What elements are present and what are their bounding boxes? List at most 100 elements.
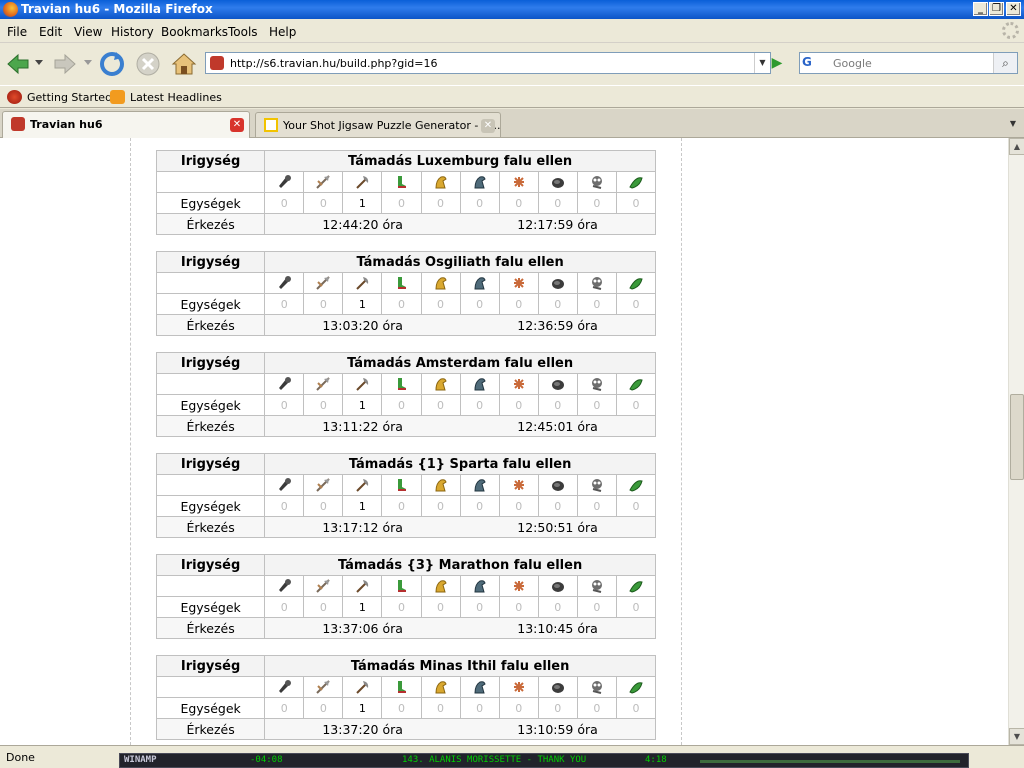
unit-icon-cell: [381, 676, 422, 698]
attack-title[interactable]: Támadás Osgiliath falu ellen: [264, 251, 656, 273]
unit-icon-cell: [537, 171, 578, 193]
winamp-duration: 4:18: [645, 755, 667, 765]
unit-count: 0: [615, 697, 657, 719]
close-tab-icon[interactable]: ✕: [481, 119, 495, 133]
attack-title[interactable]: Támadás Luxemburg falu ellen: [264, 150, 656, 172]
scroll-up-icon[interactable]: ▲: [1009, 138, 1024, 155]
vertical-scrollbar[interactable]: ▲ ▼: [1008, 138, 1024, 745]
village-name[interactable]: Irigység: [155, 655, 266, 677]
village-name[interactable]: Irigység: [155, 352, 266, 374]
units-label: Egységek: [155, 394, 266, 416]
maximize-button[interactable]: ❐: [989, 2, 1004, 16]
unit-icon-cell: [342, 171, 383, 193]
attack-title[interactable]: Támadás {3} Marathon falu ellen: [264, 554, 656, 576]
unit-icon-cell: [576, 272, 617, 294]
unit-icon-cell: [576, 474, 617, 496]
ram-icon: [513, 480, 524, 490]
units-label: Egységek: [155, 697, 266, 719]
back-button[interactable]: [4, 50, 32, 78]
village-name[interactable]: Irigység: [155, 453, 266, 475]
reload-button[interactable]: [98, 50, 126, 78]
unit-count: 0: [303, 495, 344, 517]
attack-title[interactable]: Támadás Minas Ithil falu ellen: [264, 655, 656, 677]
unit-count: 0: [459, 495, 500, 517]
stop-button[interactable]: [134, 50, 162, 78]
village-name[interactable]: Irigység: [155, 251, 266, 273]
attack-title[interactable]: Támadás Amsterdam falu ellen: [264, 352, 656, 374]
winamp-label: WINAMP: [124, 755, 157, 765]
menu-file[interactable]: File: [7, 25, 27, 39]
menu-history[interactable]: History: [111, 25, 154, 39]
search-box[interactable]: G Google ⌕: [799, 52, 1018, 74]
unit-icon-cell: [615, 171, 657, 193]
scrollbar-thumb[interactable]: [1010, 394, 1024, 480]
attack-title[interactable]: Támadás {1} Sparta falu ellen: [264, 453, 656, 475]
unit-count: 0: [459, 697, 500, 719]
village-name[interactable]: Irigység: [155, 554, 266, 576]
bookmark-latest-headlines[interactable]: Latest Headlines: [110, 90, 222, 104]
catapult-icon: [551, 279, 564, 289]
unit-count: 0: [381, 192, 422, 214]
ram-icon: [513, 177, 524, 187]
unit-icon-cell: [303, 272, 344, 294]
menu-tools[interactable]: Tools: [228, 25, 258, 39]
unit-count: 0: [615, 394, 657, 416]
empty-cell: [155, 272, 266, 294]
search-input[interactable]: Google: [833, 57, 872, 70]
unit-icon-cell: [459, 676, 500, 698]
menu-bookmarks[interactable]: Bookmarks: [161, 25, 228, 39]
menu-bar: File Edit View History Bookmarks Tools H…: [0, 19, 1024, 43]
unit-icon-cell: [537, 676, 578, 698]
village-name[interactable]: Irigység: [155, 150, 266, 172]
arrival-time: 13:17:12 óra: [322, 519, 403, 535]
empty-cell: [155, 676, 266, 698]
unit-count: 0: [498, 192, 539, 214]
close-window-button[interactable]: ✕: [1006, 2, 1021, 16]
arrival-time: 13:03:20 óra: [322, 317, 403, 333]
back-history-dropdown-icon[interactable]: [35, 60, 43, 66]
settler-icon: [629, 379, 643, 391]
tab-travian[interactable]: Travian hu6 ✕: [2, 111, 250, 138]
go-button[interactable]: ▶: [768, 55, 786, 71]
club-icon: [279, 478, 292, 491]
unit-count: 0: [615, 192, 657, 214]
arrival-times: 13:17:12 óra 12:50:51 óra: [264, 516, 656, 538]
bookmarks-toolbar: Getting Started Latest Headlines: [0, 85, 1024, 108]
unit-icon-cell: [615, 474, 657, 496]
unit-icon-cell: [342, 575, 383, 597]
scroll-down-icon[interactable]: ▼: [1009, 728, 1024, 745]
unit-count: 0: [576, 394, 617, 416]
winamp-bar[interactable]: WINAMP -04:08 143. ALANIS MORISSETTE - T…: [119, 753, 969, 768]
arrival-clock: 12:45:01 óra: [517, 418, 598, 434]
settler-icon: [629, 581, 643, 593]
unit-icon-cell: [303, 575, 344, 597]
catapult-icon: [551, 380, 564, 390]
unit-count: 1: [342, 394, 383, 416]
winamp-seek-bar[interactable]: [700, 760, 960, 763]
unit-icon-cell: [264, 373, 305, 395]
bookmark-getting-started[interactable]: Getting Started: [7, 90, 112, 104]
address-url[interactable]: http://s6.travian.hu/build.php?gid=16: [230, 57, 437, 70]
forward-button[interactable]: [51, 50, 79, 78]
unit-count: 0: [303, 394, 344, 416]
tab-list-dropdown-icon[interactable]: ▼: [1004, 112, 1022, 136]
chief-icon: [591, 580, 602, 593]
settler-icon: [629, 480, 643, 492]
unit-count: 0: [537, 697, 578, 719]
tab-bar: Travian hu6 ✕ Your Shot Jigsaw Puzzle Ge…: [0, 109, 1024, 138]
search-engine-icon[interactable]: G: [802, 55, 828, 71]
scout-icon: [398, 277, 407, 289]
address-bar[interactable]: http://s6.travian.hu/build.php?gid=16 ▼: [205, 52, 771, 74]
menu-view[interactable]: View: [74, 25, 102, 39]
unit-count: 0: [264, 697, 305, 719]
minimize-button[interactable]: _: [973, 2, 988, 16]
unit-count: 0: [537, 192, 578, 214]
search-button[interactable]: ⌕: [993, 53, 1017, 73]
menu-help[interactable]: Help: [269, 25, 296, 39]
close-tab-icon[interactable]: ✕: [230, 118, 244, 132]
home-button[interactable]: [170, 50, 198, 78]
unit-icon-cell: [498, 575, 539, 597]
forward-history-dropdown-icon[interactable]: [84, 60, 92, 66]
menu-edit[interactable]: Edit: [39, 25, 62, 39]
tab-jigsaw[interactable]: Your Shot Jigsaw Puzzle Generator - N...…: [255, 112, 501, 137]
